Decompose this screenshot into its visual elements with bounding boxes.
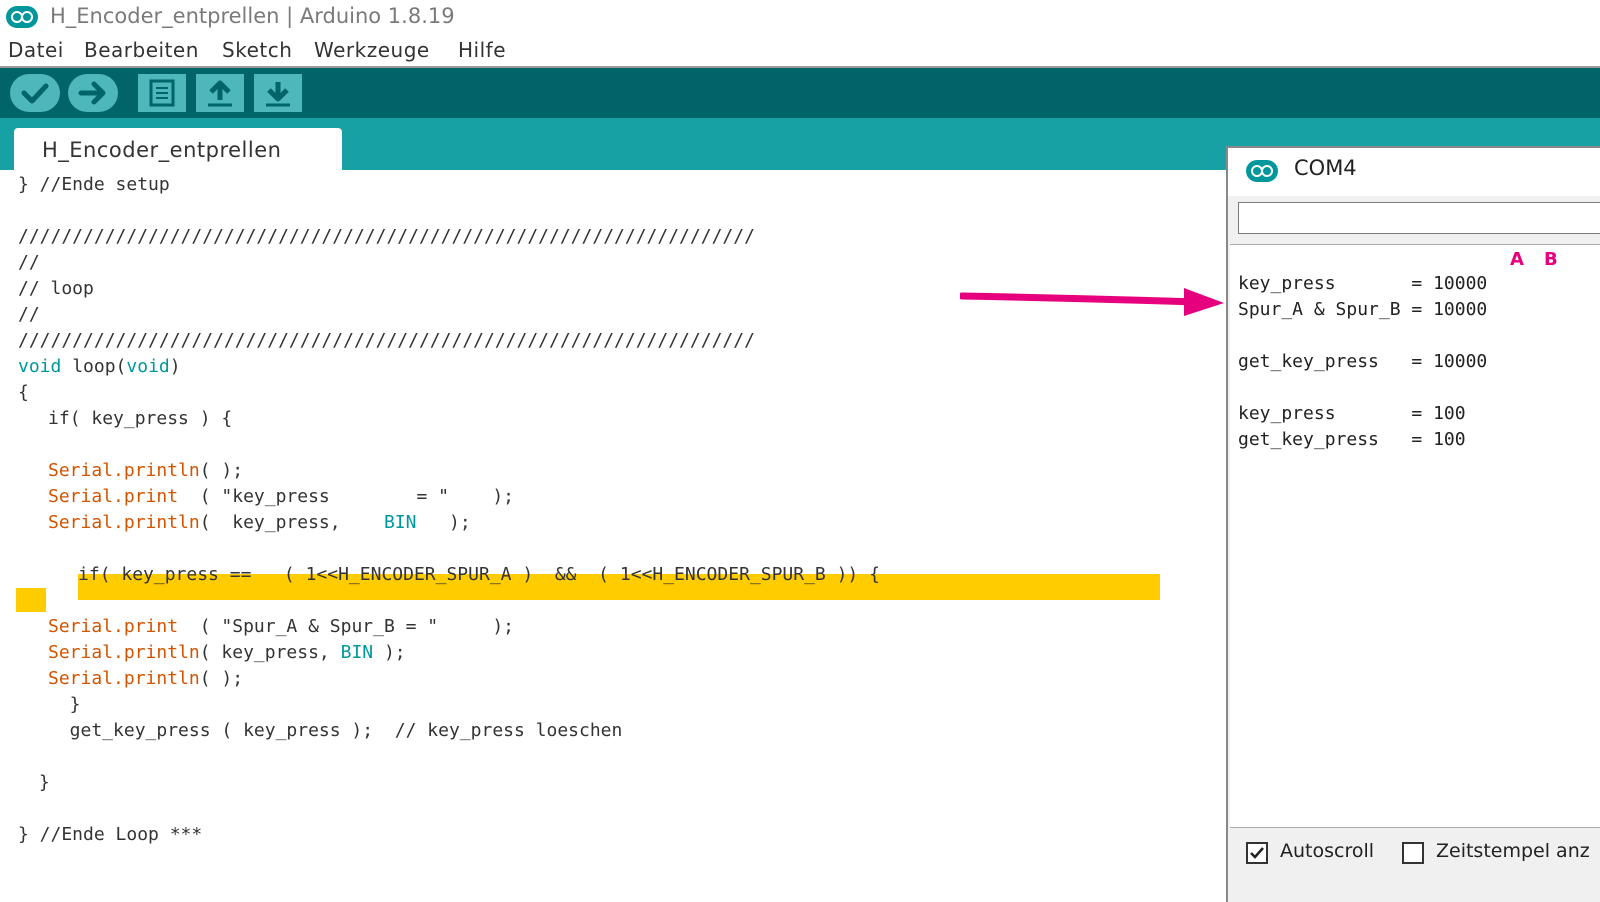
open-button[interactable] [196,74,244,112]
code-line: Serial.print ( "key_press = " ); [48,484,514,510]
code-text: ( key_press == ( 1<<H_ENCODER_SPUR_A ) &… [99,564,880,585]
arrow-up-icon [208,80,232,107]
code-function: Serial.print [48,616,179,637]
code-text: ); [373,642,406,663]
tab-label: H_Encoder_entprellen [42,138,282,162]
code-text: ( "Spur_A & Spur_B = " ); [178,616,514,637]
serial-monitor-window: COM4 A B key_press = 10000 Spur_A & Spur… [1226,146,1600,902]
new-file-icon [149,79,175,107]
verify-button[interactable] [10,74,60,112]
code-line: void loop(void) [18,354,181,380]
code-line: ////////////////////////////////////////… [18,226,755,247]
code-function: Serial.println [48,460,200,481]
serial-send-input[interactable] [1238,202,1600,234]
code-line: } //Ende setup [18,174,170,195]
menu-sketch[interactable]: Sketch [222,38,292,62]
arduino-logo-icon [6,6,38,28]
code-line: // [18,304,40,325]
code-line: Serial.println( key_press, BIN ); [48,510,471,536]
code-line: // loop [18,278,94,299]
code-line: } //Ende Loop *** [18,824,203,845]
annotation-arrow-icon [960,288,1224,316]
code-line: } [48,694,81,715]
code-text: loop( [61,356,127,377]
code-keyword: if [78,564,100,585]
arrow-right-icon [78,81,106,105]
text-cursor [16,588,46,612]
checkmark-icon [1250,847,1264,859]
code-text: ( ); [199,460,244,481]
arrow-down-icon [266,82,290,107]
code-function: Serial.println [48,668,200,689]
arduino-logo-icon [1246,160,1278,182]
autoscroll-label: Autoscroll [1280,840,1375,862]
code-text: ) [169,356,181,377]
code-line: { [18,382,29,403]
code-editor[interactable]: } //Ende setup /////////////////////////… [0,170,1226,900]
code-line: get_key_press ( key_press ); // key_pres… [48,720,623,741]
code-text: ( key_press, [199,642,341,663]
code-keyword: void [18,356,62,377]
menu-werkzeuge[interactable]: Werkzeuge [314,38,430,62]
code-keyword: BIN [340,642,374,663]
code-keyword: BIN [383,512,417,533]
code-line: Serial.println( key_press, BIN ); [48,640,406,666]
menu-bar: Datei Bearbeiten Sketch Werkzeuge Hilfe [0,36,1600,66]
code-text: ( key_press, [199,512,384,533]
serial-monitor-title: COM4 [1294,156,1357,180]
code-line-highlighted: if( key_press == ( 1<<H_ENCODER_SPUR_A )… [78,562,880,588]
timestamp-checkbox[interactable] [1402,842,1424,864]
save-button[interactable] [254,74,302,112]
annotation-b: B [1544,249,1558,270]
menu-datei[interactable]: Datei [8,38,64,62]
code-function: Serial.println [48,642,200,663]
code-keyword: void [126,356,170,377]
code-text: ( key_press ) { [69,408,233,429]
serial-output-text: key_press = 10000 Spur_A & Spur_B = 1000… [1238,273,1488,450]
menu-hilfe[interactable]: Hilfe [458,38,506,62]
code-text: ); [416,512,471,533]
autoscroll-checkbox[interactable] [1246,842,1268,864]
toolbar [0,68,1600,118]
title-bar: H_Encoder_entprellen | Arduino 1.8.19 [0,0,1600,36]
menu-bearbeiten[interactable]: Bearbeiten [84,38,199,62]
serial-output-area[interactable]: A B key_press = 10000 Spur_A & Spur_B = … [1230,244,1600,828]
code-line: Serial.println( ); [48,458,243,484]
serial-monitor-header: COM4 [1228,148,1600,196]
timestamp-label: Zeitstempel anz [1436,840,1590,862]
tab-sketch[interactable]: H_Encoder_entprellen [14,128,342,170]
code-line: if( key_press ) { [48,406,232,432]
code-function: Serial.println [48,512,200,533]
code-text: ( "key_press = " ); [178,486,514,507]
code-line: } [28,772,50,793]
code-text: ( ); [199,668,244,689]
code-line: // [18,252,40,273]
code-line: Serial.print ( "Spur_A & Spur_B = " ); [48,614,514,640]
code-line: ////////////////////////////////////////… [18,330,755,351]
serial-monitor-footer: Autoscroll Zeitstempel anz [1228,828,1600,902]
upload-button[interactable] [68,74,118,112]
check-icon [21,83,49,104]
code-keyword: if [48,408,70,429]
code-function: Serial.print [48,486,179,507]
new-button[interactable] [138,74,186,112]
annotation-a: A [1510,249,1524,270]
code-line: Serial.println( ); [48,666,243,692]
window-title: H_Encoder_entprellen | Arduino 1.8.19 [50,4,455,28]
